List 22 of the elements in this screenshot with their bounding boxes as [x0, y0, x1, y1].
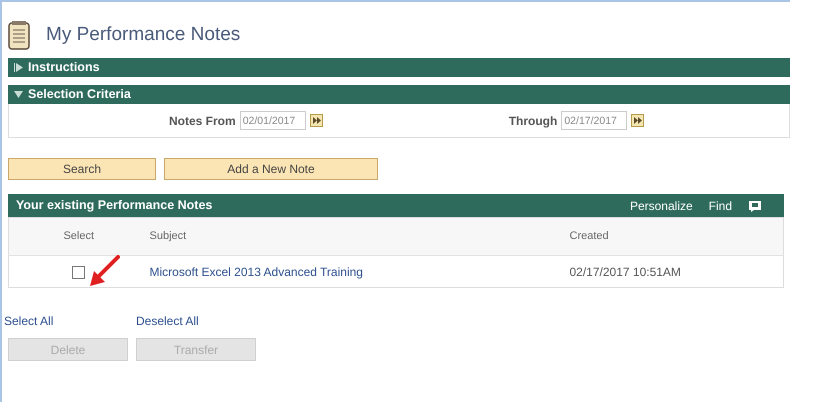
field-label: Through — [508, 112, 558, 130]
date-field[interactable]: 02/17/2017 — [561, 111, 628, 130]
date-field[interactable]: 02/01/2017 — [240, 111, 306, 130]
select-link[interactable]: Deselect All — [136, 312, 268, 330]
grid-link[interactable]: Personalize — [630, 196, 693, 214]
search-button[interactable]: Search — [8, 158, 156, 180]
page-title: My Performance Notes — [46, 22, 240, 47]
section-header[interactable]: Selection Criteria — [8, 85, 790, 104]
notepad-icon — [8, 20, 30, 50]
field-label: Notes From — [169, 112, 236, 130]
grid-title: Your existing Performance Notes — [16, 197, 212, 214]
table-cell: 02/17/2017 10:51AM — [570, 264, 681, 278]
section-header[interactable]: Instructions — [8, 58, 790, 77]
add-note-button[interactable]: Add a New Note — [164, 158, 378, 180]
checkbox[interactable] — [72, 266, 86, 279]
grid-link[interactable]: Find — [708, 196, 732, 214]
column-header: Subject — [148, 218, 568, 256]
arrow-icon — [88, 254, 122, 288]
subject-link[interactable]: Microsoft Excel 2013 Advanced Training — [150, 264, 363, 278]
column-header: Created — [568, 218, 784, 256]
column-header: Select — [8, 218, 148, 256]
select-link[interactable]: Select All — [4, 312, 136, 330]
